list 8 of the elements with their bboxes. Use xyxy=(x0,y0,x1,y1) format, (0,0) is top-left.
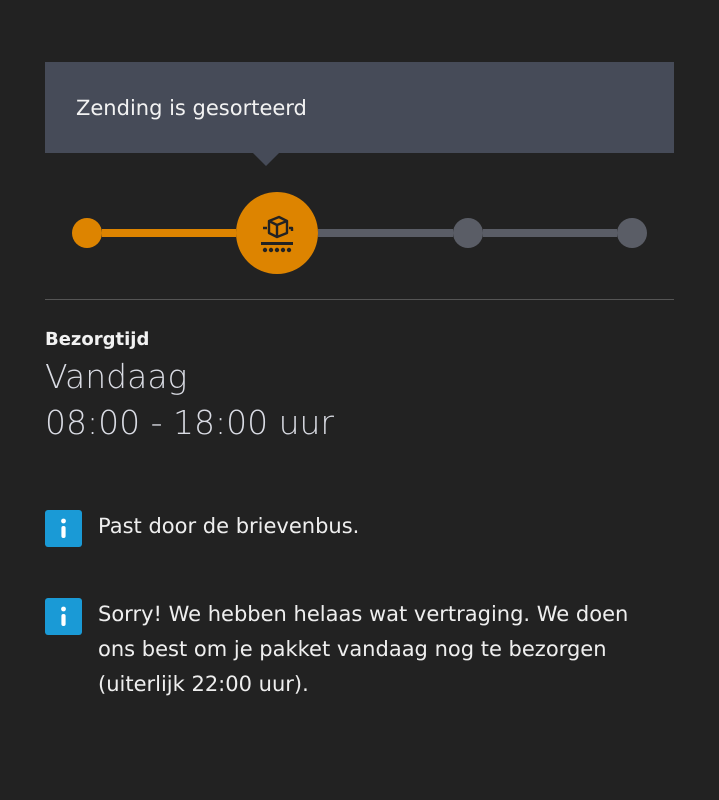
status-title: Zending is gesorteerd xyxy=(76,96,307,120)
delivery-day: Vandaag xyxy=(45,354,674,400)
notice-text: Past door de brievenbus. xyxy=(98,513,360,540)
notice-text: Sorry! We hebben helaas wat vertraging. We doen ons best om je pakket vandaag nog te bezorgen (uiterlijk 22:00 uur). xyxy=(98,601,630,698)
delivery-label: Bezorgtijd xyxy=(45,328,150,352)
delivery-window: 08:00 - 18:00 uur xyxy=(45,400,674,446)
info-icon xyxy=(45,510,83,548)
info-icon xyxy=(45,598,83,636)
